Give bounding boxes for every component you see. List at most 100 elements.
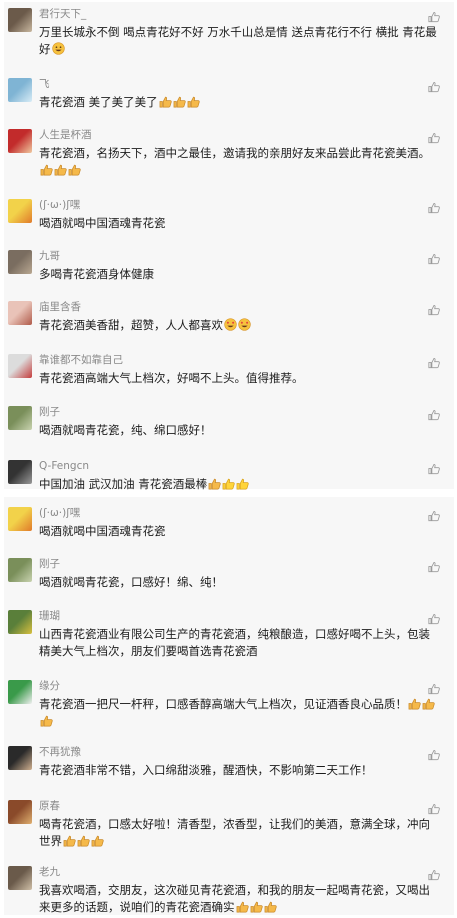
grin-sweat-emoji-icon: [51, 42, 65, 55]
like-icon[interactable]: [428, 507, 440, 522]
comment-author[interactable]: 刚子: [39, 557, 60, 571]
avatar[interactable]: [8, 866, 32, 890]
thumbs-up-emoji-icon: [264, 901, 277, 913]
thumbs-up-emoji-icon: [208, 478, 221, 490]
thumbs-up-emoji-icon: [236, 478, 249, 490]
comment-author[interactable]: (ʃ·ω·)ʃ嘿: [39, 506, 80, 520]
avatar[interactable]: [8, 507, 32, 531]
comment-author[interactable]: 飞: [39, 77, 50, 91]
thumbs-up-emoji-icon: [68, 164, 81, 176]
thumbs-up-emoji-icon: [159, 96, 172, 108]
comment-text: 青花瓷酒 美了美了美了: [39, 94, 439, 111]
like-icon[interactable]: [428, 866, 440, 881]
comment-author[interactable]: 庙里含香: [39, 300, 81, 314]
comment-author[interactable]: 君行天下_: [39, 7, 86, 21]
comment-author[interactable]: 靠谁都不如靠自己: [39, 353, 123, 367]
emoji: [236, 478, 249, 490]
comment-author[interactable]: 人生是杯酒: [39, 128, 92, 142]
heart-eyes-emoji-icon: [224, 318, 237, 331]
comment-author[interactable]: 老九: [39, 865, 60, 879]
emoji: [40, 715, 53, 727]
like-icon[interactable]: [428, 199, 440, 214]
emoji: [422, 698, 435, 710]
like-icon[interactable]: [428, 8, 440, 23]
comment-body: 青花瓷酒，名扬天下，酒中之最佳，邀请我的亲朋好友来品尝此青花瓷美酒。: [39, 146, 430, 160]
comment-body: 中国加油 武汉加油 青花瓷酒最棒: [39, 477, 208, 491]
comment-text: 山西青花瓷酒业有限公司生产的青花瓷酒，纯粮酿造，口感好喝不上头，包装精美大气上档…: [39, 626, 439, 660]
like-icon[interactable]: [428, 301, 440, 316]
comment-author[interactable]: 刚子: [39, 405, 60, 419]
emoji: [236, 901, 249, 913]
comment-body: 喝酒就喝青花瓷，口感好！绵、纯！: [39, 575, 223, 589]
comment-author[interactable]: Q-Fengcn: [39, 459, 89, 473]
emoji: [51, 42, 65, 55]
comment-text: 我喜欢喝酒，交朋友，这次碰见青花瓷酒，和我的朋友一起喝青花瓷，又喝出来更多的话题…: [39, 882, 439, 916]
thumbs-up-emoji-icon: [63, 835, 76, 847]
comment-text: 万里长城永不倒 喝点青花好不好 万水千山总是情 送点青花行不行 横批 青花最好: [39, 24, 439, 58]
thumbs-up-emoji-icon: [187, 96, 200, 108]
comment-author[interactable]: (ʃ·ω·)ʃ嘿: [39, 198, 80, 212]
like-icon[interactable]: [428, 250, 440, 265]
comment-author[interactable]: 原春: [39, 799, 60, 813]
comment-author[interactable]: 缘分: [39, 679, 60, 693]
avatar[interactable]: [8, 610, 32, 634]
emoji: [91, 835, 104, 847]
emoji: [159, 96, 172, 108]
emoji: [250, 901, 263, 913]
emoji: [54, 164, 67, 176]
like-icon[interactable]: [428, 460, 440, 475]
avatar[interactable]: [8, 460, 32, 484]
comment-body: 喝酒就喝中国酒魂青花瓷: [39, 216, 166, 230]
comment-author[interactable]: 珊瑚: [39, 609, 60, 623]
thumbs-up-emoji-icon: [40, 164, 53, 176]
comments-panel-top: [4, 2, 454, 489]
avatar[interactable]: [8, 199, 32, 223]
thumbs-up-emoji-icon: [250, 901, 263, 913]
like-icon[interactable]: [428, 406, 440, 421]
comment-body: 青花瓷酒高端大气上档次，好喝不上头。值得推荐。: [39, 371, 304, 385]
emoji: [187, 96, 200, 108]
emoji: [63, 835, 76, 847]
comment-body: 我喜欢喝酒，交朋友，这次碰见青花瓷酒，和我的朋友一起喝青花瓷，又喝出来更多的话题…: [39, 883, 430, 914]
avatar[interactable]: [8, 800, 32, 824]
comment-body: 青花瓷酒非常不错，入口绵甜淡雅，醒酒快，不影响第二天工作！: [39, 763, 373, 777]
comment-body: 多喝青花瓷酒身体健康: [39, 267, 154, 281]
avatar[interactable]: [8, 746, 32, 770]
comment-author[interactable]: 不再犹豫: [39, 745, 81, 759]
comment-body: 山西青花瓷酒业有限公司生产的青花瓷酒，纯粮酿造，口感好喝不上头，包装精美大气上档…: [39, 627, 430, 658]
comment-body: 青花瓷酒美香甜，超赞，人人都喜欢: [39, 318, 223, 332]
avatar[interactable]: [8, 680, 32, 704]
like-icon[interactable]: [428, 680, 440, 695]
comment-text: 喝酒就喝青花瓷，口感好！绵、纯！: [39, 574, 439, 591]
avatar[interactable]: [8, 250, 32, 274]
comment-body: 万里长城永不倒 喝点青花好不好 万水千山总是情 送点青花行不行 横批 青花最好: [39, 25, 437, 56]
thumbs-up-emoji-icon: [77, 835, 90, 847]
emoji: [222, 478, 235, 490]
avatar[interactable]: [8, 406, 32, 430]
thumbs-up-emoji-icon: [173, 96, 186, 108]
like-icon[interactable]: [428, 610, 440, 625]
avatar[interactable]: [8, 8, 32, 32]
comment-body: 青花瓷酒一把尺一杆秤，口感香醇高端大气上档次，见证酒香良心品质！: [39, 697, 407, 711]
comment-text: 青花瓷酒一把尺一杆秤，口感香醇高端大气上档次，见证酒香良心品质！: [39, 696, 439, 730]
like-icon[interactable]: [428, 800, 440, 815]
emoji: [224, 318, 237, 331]
comment-text: 中国加油 武汉加油 青花瓷酒最棒: [39, 476, 439, 493]
comment-text: 多喝青花瓷酒身体健康: [39, 266, 439, 283]
avatar[interactable]: [8, 129, 32, 153]
emoji: [77, 835, 90, 847]
like-icon[interactable]: [428, 78, 440, 93]
emoji: [40, 164, 53, 176]
emoji: [238, 318, 251, 331]
like-icon[interactable]: [428, 129, 440, 144]
emoji: [264, 901, 277, 913]
avatar[interactable]: [8, 78, 32, 102]
like-icon[interactable]: [428, 746, 440, 761]
avatar[interactable]: [8, 301, 32, 325]
comment-author[interactable]: 九哥: [39, 249, 60, 263]
like-icon[interactable]: [428, 354, 440, 369]
like-icon[interactable]: [428, 558, 440, 573]
avatar[interactable]: [8, 558, 32, 582]
avatar[interactable]: [8, 354, 32, 378]
comment-body: 青花瓷酒 美了美了美了: [39, 95, 158, 109]
